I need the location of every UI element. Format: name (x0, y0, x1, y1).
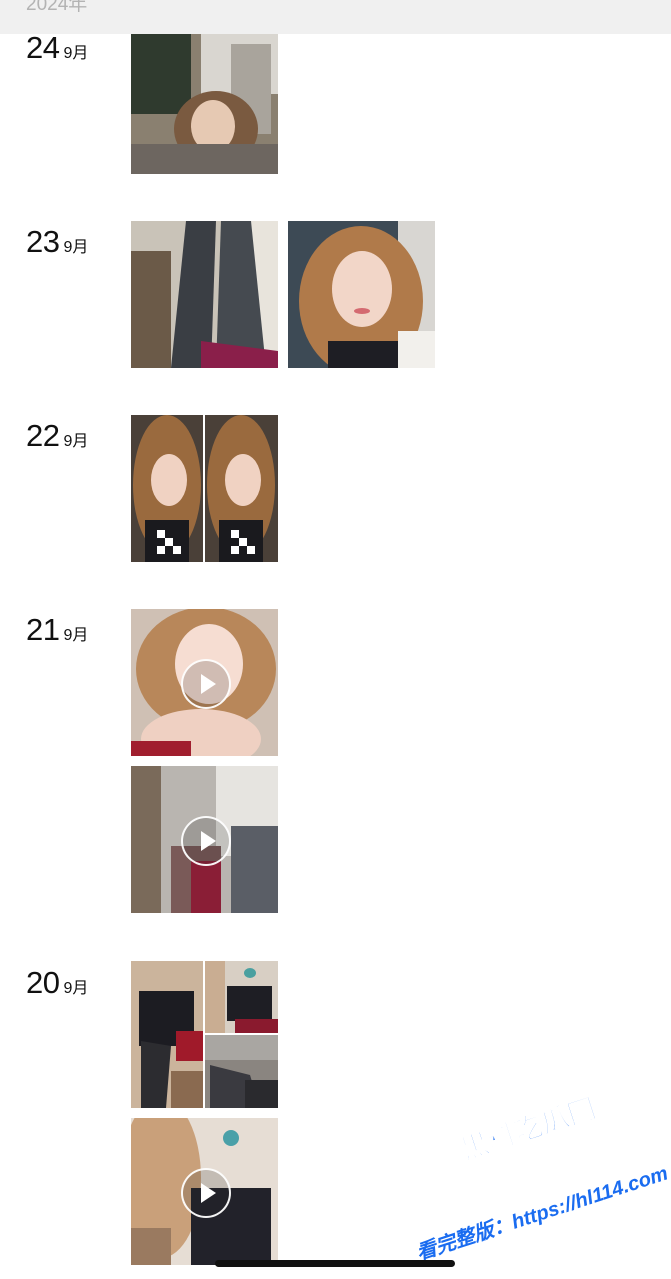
month-label: 9月 (63, 980, 89, 997)
video-thumbnail[interactable] (131, 609, 278, 756)
date-label: 23 9月 (26, 224, 88, 260)
day-number: 23 (26, 224, 60, 259)
photo-thumbnail[interactable] (131, 34, 278, 174)
month-label: 9月 (63, 627, 89, 644)
photo-thumbnail[interactable] (131, 221, 278, 368)
photo-thumbnail[interactable] (131, 415, 203, 562)
day-number: 22 (26, 418, 60, 453)
date-label: 21 9月 (26, 612, 88, 648)
day-number: 20 (26, 965, 60, 1000)
date-label: 22 9月 (26, 418, 88, 454)
photo-thumbnail[interactable] (205, 415, 278, 562)
play-icon[interactable] (180, 1167, 231, 1218)
date-label: 24 9月 (26, 30, 88, 66)
watermark-url: 看完整版：https://hl114.com (413, 1162, 671, 1265)
video-thumbnail[interactable] (131, 766, 278, 913)
date-label: 20 9月 (26, 965, 88, 1001)
year-label: 2024年 (26, 0, 88, 15)
month-label: 9月 (63, 433, 89, 450)
photo-thumbnail[interactable] (205, 961, 278, 1033)
year-header: 2024年 (0, 0, 671, 34)
day-number: 24 (26, 30, 60, 65)
day-number: 21 (26, 612, 60, 647)
watermark-title: 黑料吃瓜网 (456, 1092, 600, 1166)
home-indicator[interactable] (215, 1260, 455, 1267)
photo-thumbnail[interactable] (205, 1035, 278, 1108)
play-icon[interactable] (180, 815, 231, 866)
month-label: 9月 (63, 239, 89, 256)
month-label: 9月 (63, 45, 89, 62)
video-thumbnail[interactable] (131, 1118, 278, 1265)
photo-thumbnail[interactable] (288, 221, 435, 368)
photo-thumbnail[interactable] (131, 961, 203, 1108)
moments-timeline: 2024年 24 9月 23 9月 22 9月 21 9月 20 9月 黑料吃瓜… (0, 0, 671, 1279)
play-icon[interactable] (180, 658, 231, 709)
